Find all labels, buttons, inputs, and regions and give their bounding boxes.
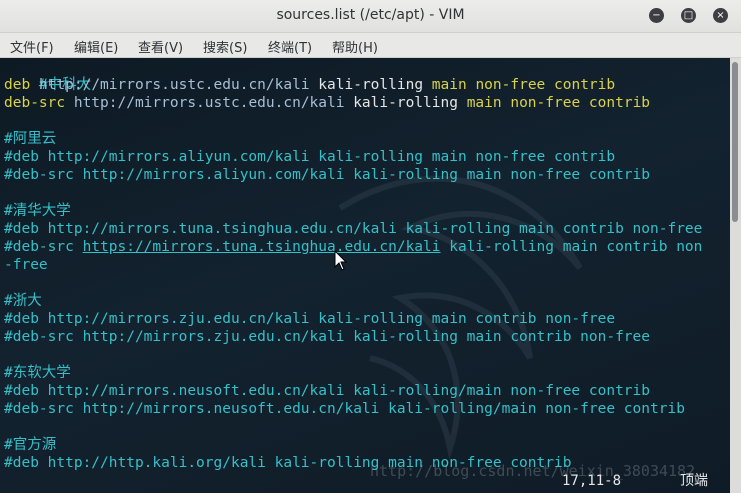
close-icon[interactable]: × — [713, 8, 728, 23]
dist-text: kali-rolling — [353, 95, 458, 111]
url-text: http://mirrors.ustc.edu.cn/kali — [38, 77, 310, 93]
code-line: deb-src http://mirrors.ustc.edu.cn/kali … — [4, 94, 650, 112]
code-line: deb http://mirrors.ustc.edu.cn/kali kali… — [4, 76, 615, 94]
comment-line: #deb-src http://mirrors.aliyun.com/kali … — [4, 167, 651, 183]
keyword-deb-src: deb-src — [4, 95, 66, 111]
blog-watermark: http://blog.csdn.net/weixin_38034182 — [370, 462, 696, 480]
comment-text: kali-rolling main contrib non — [440, 239, 703, 255]
comment-line: #deb http://mirrors.aliyun.com/kali kali… — [4, 149, 616, 165]
comment-line: #deb-src http://mirrors.neusoft.edu.cn/k… — [4, 401, 685, 417]
vim-editor[interactable]: #中科大 deb http://mirrors.ustc.edu.cn/kali… — [0, 58, 730, 493]
components-text: main non-free contrib — [431, 77, 616, 93]
comment-line: #浙大 — [4, 293, 42, 309]
minimize-icon[interactable]: − — [649, 8, 664, 23]
url-link[interactable]: https://mirrors.tuna.tsinghua.edu.cn/kal… — [83, 239, 441, 255]
scroll-position: 顶端 — [680, 473, 708, 489]
menu-bar: 文件(F) 编辑(E) 查看(V) 搜索(S) 终端(T) 帮助(H) — [0, 33, 741, 58]
menu-help[interactable]: 帮助(H) — [332, 37, 378, 56]
window-title: sources.list (/etc/apt) - VIM — [276, 7, 465, 23]
comment-line: #deb-src http://mirrors.zju.edu.cn/kali … — [4, 329, 651, 345]
menu-terminal[interactable]: 终端(T) — [268, 37, 312, 56]
comment-line: #阿里云 — [4, 131, 57, 147]
comment-line: #deb http://mirrors.neusoft.edu.cn/kali … — [4, 383, 651, 399]
comment-line: #deb http://mirrors.tuna.tsinghua.edu.cn… — [4, 221, 703, 237]
url-text: http://mirrors.ustc.edu.cn/kali — [73, 95, 345, 111]
title-bar: sources.list (/etc/apt) - VIM − □ × — [0, 0, 741, 33]
menu-view[interactable]: 查看(V) — [138, 37, 183, 56]
comment-line: #官方源 — [4, 437, 57, 453]
comment-line: #东软大学 — [4, 365, 71, 381]
comment-line: -free — [4, 257, 48, 273]
menu-search[interactable]: 搜索(S) — [203, 37, 247, 56]
cursor-position: 17,11-8 — [562, 473, 622, 489]
maximize-icon[interactable]: □ — [681, 8, 696, 23]
comment-line: #deb http://mirrors.zju.edu.cn/kali kali… — [4, 311, 616, 327]
code-line: #中科大 — [4, 58, 91, 93]
scrollbar-thumb[interactable] — [732, 62, 738, 222]
comment-line: #清华大学 — [4, 203, 71, 219]
mouse-pointer-icon — [334, 250, 348, 271]
comment-text: #deb-src — [4, 239, 83, 255]
dist-text: kali-rolling — [318, 77, 424, 93]
comment-line: #deb-src https://mirrors.tuna.tsinghua.e… — [4, 238, 702, 256]
menu-file[interactable]: 文件(F) — [10, 37, 54, 56]
keyword-deb: deb — [4, 77, 31, 93]
menu-edit[interactable]: 编辑(E) — [74, 37, 118, 56]
components-text: main non-free contrib — [466, 95, 651, 111]
